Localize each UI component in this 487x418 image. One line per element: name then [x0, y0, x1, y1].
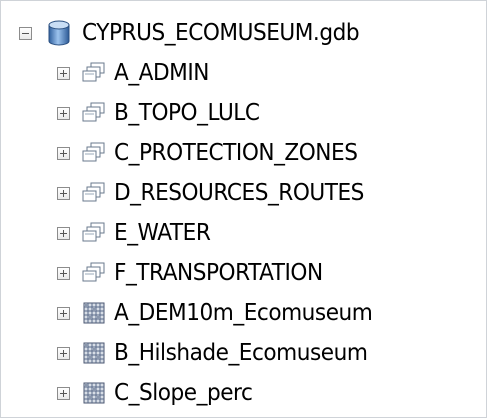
tree-node-feature-dataset[interactable]: A_ADMIN: [57, 53, 215, 93]
raster-dataset-icon: [82, 301, 106, 325]
expand-toggle-icon[interactable]: [57, 306, 70, 320]
collapse-toggle-icon[interactable]: [19, 26, 32, 40]
expand-toggle-icon[interactable]: [57, 266, 70, 280]
tree-node-label: CYPRUS_ECOMUSEUM.gdb: [82, 20, 360, 46]
tree-node-feature-dataset[interactable]: C_PROTECTION_ZONES: [57, 133, 373, 173]
raster-dataset-icon: [82, 341, 106, 365]
tree-node-label: D_RESOURCES_ROUTES: [114, 180, 364, 206]
catalog-tree-panel: CYPRUS_ECOMUSEUM.gdb A_ADMIN B_TOPO_LULC: [0, 0, 487, 418]
geodatabase-icon: [46, 19, 72, 47]
tree-node-feature-dataset[interactable]: E_WATER: [57, 213, 217, 253]
expand-toggle-icon[interactable]: [57, 66, 70, 80]
feature-dataset-icon: [82, 61, 106, 85]
tree-node-feature-dataset[interactable]: F_TRANSPORTATION: [57, 253, 336, 293]
expand-toggle-icon[interactable]: [57, 346, 70, 360]
feature-dataset-icon: [82, 101, 106, 125]
tree-node-raster-dataset[interactable]: A_DEM10m_Ecomuseum: [57, 293, 389, 333]
tree-node-label: B_TOPO_LULC: [114, 100, 260, 126]
tree-node-raster-dataset[interactable]: B_Hilshade_Ecomuseum: [57, 333, 384, 373]
tree-node-feature-dataset[interactable]: D_RESOURCES_ROUTES: [57, 173, 380, 213]
tree-node-geodatabase[interactable]: CYPRUS_ECOMUSEUM.gdb: [19, 13, 377, 53]
expand-toggle-icon[interactable]: [57, 146, 70, 160]
tree-node-label: E_WATER: [114, 220, 211, 246]
raster-dataset-icon: [82, 381, 106, 405]
tree-node-label: A_DEM10m_Ecomuseum: [114, 300, 373, 326]
tree-node-label: B_Hilshade_Ecomuseum: [114, 340, 368, 366]
expand-toggle-icon[interactable]: [57, 186, 70, 200]
tree-node-label: A_ADMIN: [114, 60, 209, 86]
feature-dataset-icon: [82, 221, 106, 245]
tree-node-raster-dataset[interactable]: C_Slope_perc: [57, 373, 261, 413]
feature-dataset-icon: [82, 141, 106, 165]
tree-node-feature-dataset[interactable]: B_TOPO_LULC: [57, 93, 269, 133]
tree-node-label: C_Slope_perc: [114, 380, 253, 406]
feature-dataset-icon: [82, 261, 106, 285]
tree-node-label: C_PROTECTION_ZONES: [114, 140, 358, 166]
expand-toggle-icon[interactable]: [57, 106, 70, 120]
feature-dataset-icon: [82, 181, 106, 205]
tree-node-label: F_TRANSPORTATION: [114, 260, 323, 286]
expand-toggle-icon[interactable]: [57, 226, 70, 240]
expand-toggle-icon[interactable]: [57, 386, 70, 400]
